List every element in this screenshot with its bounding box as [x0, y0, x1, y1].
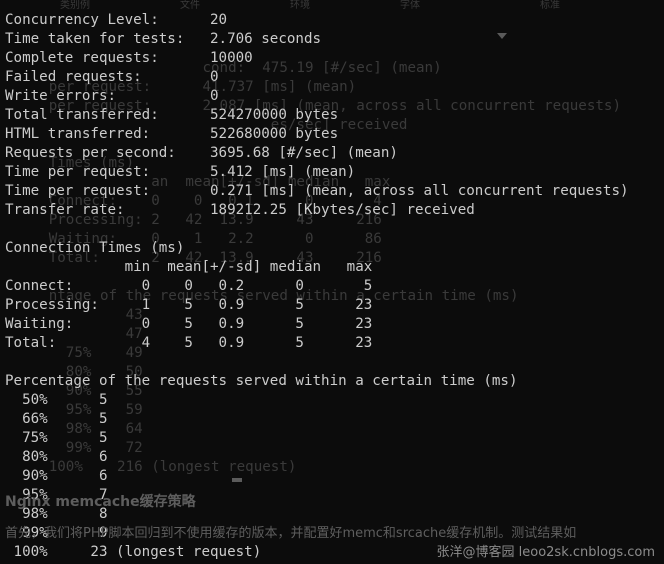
terminal-line: 50% 5: [5, 392, 108, 408]
terminal-line: 80% 6: [5, 449, 108, 465]
terminal-line: 90% 6: [5, 468, 108, 484]
terminal-line: Time taken for tests: 2.706 seconds: [5, 31, 322, 47]
ghost-tab: 字体: [400, 0, 420, 11]
ghost-tab: 文件: [180, 0, 200, 11]
terminal-line: Time per request: 0.271 [ms] (mean, acro…: [5, 183, 629, 199]
background-article-heading: Nginx memcache缓存策略: [5, 494, 196, 510]
terminal-line: Failed requests: 0: [5, 69, 219, 85]
console-window[interactable]: 类别例 文件 环境 字体 标准 cond: 475.19 [#/sec] (me…: [0, 0, 664, 564]
background-article-paragraph: 首先，我们将PHP脚本回归到不使用缓存的版本，并配置好memc和srcache缓…: [5, 526, 577, 541]
terminal-line: min mean[+/-sd] median max: [5, 259, 373, 275]
terminal-line: HTML transferred: 522680000 bytes: [5, 126, 339, 142]
ghost-tab-bar: 类别例 文件 环境 字体 标准: [0, 0, 664, 11]
text-cursor-icon: [232, 478, 242, 482]
terminal-line: Waiting: 0 5 0.9 5 23: [5, 316, 373, 332]
terminal-line: 100% 23 (longest request): [5, 544, 262, 560]
ghost-tab: 标准: [540, 0, 560, 11]
terminal-line: Total: 4 5 0.9 5 23: [5, 335, 373, 351]
terminal-line: Percentage of the requests served within…: [5, 373, 518, 389]
terminal-line: Concurrency Level: 20: [5, 12, 228, 28]
terminal-line: 66% 5: [5, 411, 108, 427]
terminal-line: Processing: 1 5 0.9 5 23: [5, 297, 373, 313]
terminal-line: Total transferred: 524270000 bytes: [5, 107, 339, 123]
terminal-line: Time per request: 5.412 [ms] (mean): [5, 164, 356, 180]
terminal-line: Complete requests: 10000: [5, 50, 253, 66]
terminal-line: Write errors: 0: [5, 88, 219, 104]
terminal-line: Connection Times (ms): [5, 240, 185, 256]
terminal-line: Connect: 0 0 0.2 0 5: [5, 278, 373, 294]
ghost-tab: 环境: [290, 0, 310, 11]
ghost-tab: 类别例: [60, 0, 90, 11]
terminal-line: 75% 5: [5, 430, 108, 446]
terminal-line: Transfer rate: 189212.25 [Kbytes/sec] re…: [5, 202, 475, 218]
caret-down-icon: [497, 33, 507, 39]
terminal-line: Requests per second: 3695.68 [#/sec] (me…: [5, 145, 398, 161]
watermark: 张洋@博客园 leoo2sk.cnblogs.com: [436, 545, 655, 560]
